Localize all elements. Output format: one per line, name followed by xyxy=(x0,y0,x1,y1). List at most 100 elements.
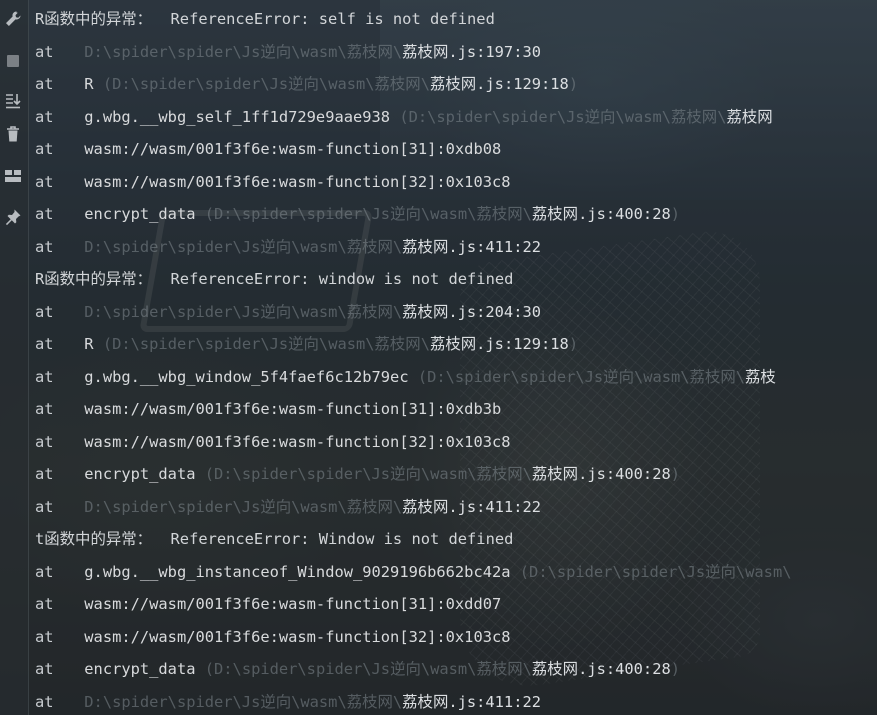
source-path-link[interactable]: (D:\spider\spider\Js逆向\wasm\荔枝网\荔枝 xyxy=(418,368,776,386)
indent-spacer: at xyxy=(35,198,75,231)
source-file-location: 荔枝网 xyxy=(726,107,773,126)
indent-spacer: at xyxy=(35,328,75,361)
indent-spacer: at xyxy=(35,231,75,264)
source-file-location: 荔枝网.js:411:22 xyxy=(402,237,541,256)
stack-frame-line: at g.wbg.__wbg_self_1ff1d729e9aae938 (D:… xyxy=(35,101,877,134)
source-path-link[interactable]: D:\spider\spider\Js逆向\wasm\荔枝网\荔枝网.js:41… xyxy=(84,238,541,256)
source-path-link[interactable]: (D:\spider\spider\Js逆向\wasm\荔枝网\荔枝网.js:1… xyxy=(103,75,578,93)
source-path-link[interactable]: (D:\spider\spider\Js逆向\wasm\ xyxy=(520,563,792,581)
at-keyword: at xyxy=(35,367,54,386)
stack-frame-line: at wasm://wasm/001f3f6e:wasm-function[31… xyxy=(35,393,877,426)
source-path-link[interactable]: (D:\spider\spider\Js逆向\wasm\荔枝网\荔枝网 xyxy=(399,108,772,126)
at-keyword: at xyxy=(35,75,54,93)
console-output[interactable]: R函数中的异常： ReferenceError: self is not def… xyxy=(35,3,877,715)
source-path-dir: D:\spider\spider\Js逆向\wasm\荔枝网\ xyxy=(84,302,403,321)
stack-frame-line: at wasm://wasm/001f3f6e:wasm-function[31… xyxy=(35,588,877,621)
at-keyword: at xyxy=(35,335,54,353)
source-file-location: 荔枝网.js:400:28 xyxy=(531,660,671,678)
at-keyword: at xyxy=(35,465,54,483)
stack-frame-line: at D:\spider\spider\Js逆向\wasm\荔枝网\荔枝网.js… xyxy=(35,36,877,69)
frame-function: wasm://wasm/001f3f6e:wasm-function[32]:0… xyxy=(84,627,511,646)
at-keyword: at xyxy=(35,42,54,61)
source-path-link[interactable]: (D:\spider\spider\Js逆向\wasm\荔枝网\荔枝网.js:4… xyxy=(205,660,680,678)
source-path-link[interactable]: D:\spider\spider\Js逆向\wasm\荔枝网\荔枝网.js:41… xyxy=(84,693,541,711)
frame-function: encrypt_data xyxy=(84,205,205,223)
stack-frame-line: at wasm://wasm/001f3f6e:wasm-function[32… xyxy=(35,166,877,199)
source-path-dir: D:\spider\spider\Js逆向\wasm\荔枝网\ xyxy=(84,692,403,711)
source-file-location: 荔枝网.js:400:28 xyxy=(531,465,671,483)
source-path-link[interactable]: (D:\spider\spider\Js逆向\wasm\荔枝网\荔枝网.js:4… xyxy=(205,465,680,483)
frame-function: g.wbg.__wbg_instanceof_Window_9029196b66… xyxy=(84,562,520,581)
at-keyword: at xyxy=(35,205,54,223)
indent-spacer: at xyxy=(35,166,75,199)
closing-paren: ) xyxy=(670,660,681,678)
at-keyword: at xyxy=(35,237,54,256)
at-keyword: at xyxy=(35,562,54,581)
source-path-dir: (D:\spider\spider\Js逆向\wasm\荔枝网\ xyxy=(204,205,532,223)
source-path-dir: D:\spider\spider\Js逆向\wasm\荔枝网\ xyxy=(84,42,403,61)
error-message: R函数中的异常： ReferenceError: self is not def… xyxy=(35,10,495,28)
frame-function: wasm://wasm/001f3f6e:wasm-function[31]:0… xyxy=(84,595,502,613)
source-path-dir: D:\spider\spider\Js逆向\wasm\荔枝网\ xyxy=(84,237,403,256)
source-file-location: 荔枝网.js:411:22 xyxy=(402,497,541,516)
source-path-dir: (D:\spider\spider\Js逆向\wasm\荔枝网\ xyxy=(399,107,727,126)
stack-frame-line: at D:\spider\spider\Js逆向\wasm\荔枝网\荔枝网.js… xyxy=(35,491,877,524)
source-path-link[interactable]: (D:\spider\spider\Js逆向\wasm\荔枝网\荔枝网.js:4… xyxy=(205,205,680,223)
stack-frame-line: at wasm://wasm/001f3f6e:wasm-function[32… xyxy=(35,621,877,654)
frame-function: wasm://wasm/001f3f6e:wasm-function[32]:0… xyxy=(84,432,511,451)
frame-function: g.wbg.__wbg_self_1ff1d729e9aae938 xyxy=(84,107,400,126)
indent-spacer: at xyxy=(35,458,75,491)
source-path-link[interactable]: D:\spider\spider\Js逆向\wasm\荔枝网\荔枝网.js:20… xyxy=(84,303,541,321)
at-keyword: at xyxy=(35,302,54,321)
source-file-location: 荔枝网.js:129:18 xyxy=(429,335,569,353)
source-file-location: 荔枝网.js:411:22 xyxy=(402,692,541,711)
stop-icon[interactable] xyxy=(2,50,24,72)
layout-icon[interactable] xyxy=(2,165,24,187)
source-path-link[interactable]: D:\spider\spider\Js逆向\wasm\荔枝网\荔枝网.js:19… xyxy=(84,43,541,61)
source-path-link[interactable]: (D:\spider\spider\Js逆向\wasm\荔枝网\荔枝网.js:1… xyxy=(103,335,578,353)
trash-icon[interactable] xyxy=(2,123,24,145)
stack-frame-line: at encrypt_data (D:\spider\spider\Js逆向\w… xyxy=(35,653,877,686)
error-header-line: R函数中的异常： ReferenceError: window is not d… xyxy=(35,263,877,296)
closing-paren: ) xyxy=(568,335,579,353)
stack-frame-line: at wasm://wasm/001f3f6e:wasm-function[32… xyxy=(35,426,877,459)
source-path-link[interactable]: D:\spider\spider\Js逆向\wasm\荔枝网\荔枝网.js:41… xyxy=(84,498,541,516)
error-header-line: R函数中的异常： ReferenceError: self is not def… xyxy=(35,3,877,36)
error-header-line: t函数中的异常： ReferenceError: Window is not d… xyxy=(35,523,877,556)
scroll-to-end-icon[interactable] xyxy=(2,90,24,112)
source-file-location: 荔枝网.js:204:30 xyxy=(402,302,541,321)
source-path-dir: (D:\spider\spider\Js逆向\wasm\荔枝网\ xyxy=(102,335,430,353)
source-path-dir: D:\spider\spider\Js逆向\wasm\荔枝网\ xyxy=(84,497,403,516)
pin-icon[interactable] xyxy=(2,206,24,228)
indent-spacer: at xyxy=(35,588,75,621)
wrench-icon[interactable] xyxy=(2,8,24,30)
frame-function: encrypt_data xyxy=(84,465,205,483)
at-keyword: at xyxy=(35,107,54,126)
error-message: R函数中的异常： ReferenceError: window is not d… xyxy=(35,270,514,288)
closing-paren: ) xyxy=(670,465,681,483)
error-message: t函数中的异常： ReferenceError: Window is not d… xyxy=(35,530,514,548)
at-keyword: at xyxy=(35,497,54,516)
console-toolstrip xyxy=(0,0,29,715)
at-keyword: at xyxy=(35,400,54,418)
at-keyword: at xyxy=(35,627,54,646)
indent-spacer: at xyxy=(35,133,75,166)
frame-function: wasm://wasm/001f3f6e:wasm-function[31]:0… xyxy=(84,400,502,418)
indent-spacer: at xyxy=(35,361,75,394)
at-keyword: at xyxy=(35,432,54,451)
stack-frame-line: at encrypt_data (D:\spider\spider\Js逆向\w… xyxy=(35,198,877,231)
stack-frame-line: at encrypt_data (D:\spider\spider\Js逆向\w… xyxy=(35,458,877,491)
